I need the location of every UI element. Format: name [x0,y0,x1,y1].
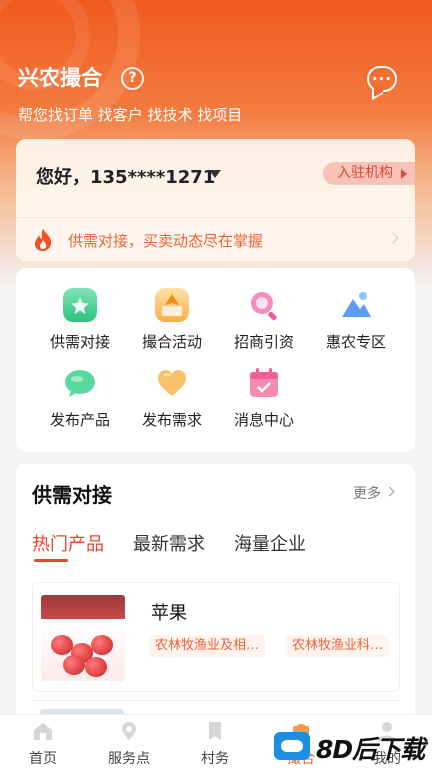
shortcut-investment[interactable]: 招商引资 [218,288,310,352]
tab-enterprises[interactable]: 海量企业 [234,530,306,556]
shortcut-supply-demand[interactable]: 供需对接 [34,288,126,352]
chevron-right-icon [387,232,399,244]
section-title: 供需对接 [32,483,112,507]
join-organization-label: 入驻机构 [337,165,393,181]
page-title: 兴农撮合 [18,66,102,90]
tab-label: 服务点 [108,751,150,767]
shortcut-message-center[interactable]: 消息中心 [218,366,310,430]
badge-icon [63,288,97,322]
gift-box-icon [155,288,189,322]
bookmark-icon [209,722,221,740]
message-icon[interactable]: ··· [367,66,397,92]
product-tag: 农林牧渔业及相… [149,635,266,657]
shortcut-publish-product[interactable]: 发布产品 [34,366,126,430]
greeting-card: 您好，135****1271 入驻机构 供需对接，买卖动态尽在掌握 [16,139,415,261]
heart-icon [155,366,189,400]
more-link[interactable]: 更多 [353,483,381,503]
tab-village-affairs[interactable]: 村务 [172,715,258,768]
product-image [41,595,125,681]
shortcut-label: 招商引资 [233,333,294,351]
shortcut-label: 撮合活动 [141,333,202,351]
supply-demand-banner[interactable]: 供需对接，买卖动态尽在掌握 [16,217,415,261]
shortcut-label: 发布需求 [141,411,202,429]
fire-icon [35,229,52,251]
magnifier-icon [247,288,281,322]
active-tab-indicator [34,559,68,562]
home-icon [34,723,52,740]
chat-bubble-icon [63,366,97,400]
page-subtitle: 帮您找订单 找客户 找技术 找项目 [18,106,243,124]
watermark-text: 8D后下载 [316,735,425,764]
location-pin-icon [122,722,136,740]
join-organization-button[interactable]: 入驻机构 [323,162,415,185]
supply-demand-section: 供需对接 更多 热门产品 最新需求 海量企业 苹果 农林牧渔业及相… 农林牧渔业… [16,464,415,724]
mountain-icon [339,288,373,322]
arrow-right-icon [401,169,407,179]
tab-home[interactable]: 首页 [0,715,86,768]
download-site-watermark: 8D后下载 [270,724,432,768]
account-dropdown-icon[interactable] [209,170,221,178]
shortcut-matching-events[interactable]: 撮合活动 [126,288,218,352]
account-greeting[interactable]: 您好，135****1271 [36,163,215,189]
calendar-icon [247,366,281,400]
product-name: 苹果 [151,603,187,624]
tab-service-point[interactable]: 服务点 [86,715,172,768]
supply-demand-banner-text: 供需对接，买卖动态尽在掌握 [68,232,264,250]
tab-label: 村务 [201,751,229,767]
shortcut-farmer-benefits[interactable]: 惠农专区 [310,288,402,352]
watermark-logo-icon [274,732,310,760]
product-tag: 农林牧渔业科… [286,635,390,657]
shortcut-label: 消息中心 [233,411,294,429]
shortcut-grid: 供需对接 撮合活动 招商引资 惠农专区 发布产品 发布需求 消息中心 [16,268,415,452]
shortcut-label: 惠农专区 [325,333,386,351]
tab-label: 首页 [29,751,57,767]
chevron-right-icon [384,486,395,497]
tab-latest-demands[interactable]: 最新需求 [133,530,205,556]
shortcut-publish-demand[interactable]: 发布需求 [126,366,218,430]
help-icon[interactable]: ? [121,67,144,90]
tab-hot-products[interactable]: 热门产品 [32,530,104,556]
product-card[interactable]: 苹果 农林牧渔业及相… 农林牧渔业科… [32,582,400,692]
shortcut-label: 发布产品 [49,411,110,429]
shortcut-label: 供需对接 [49,333,110,351]
